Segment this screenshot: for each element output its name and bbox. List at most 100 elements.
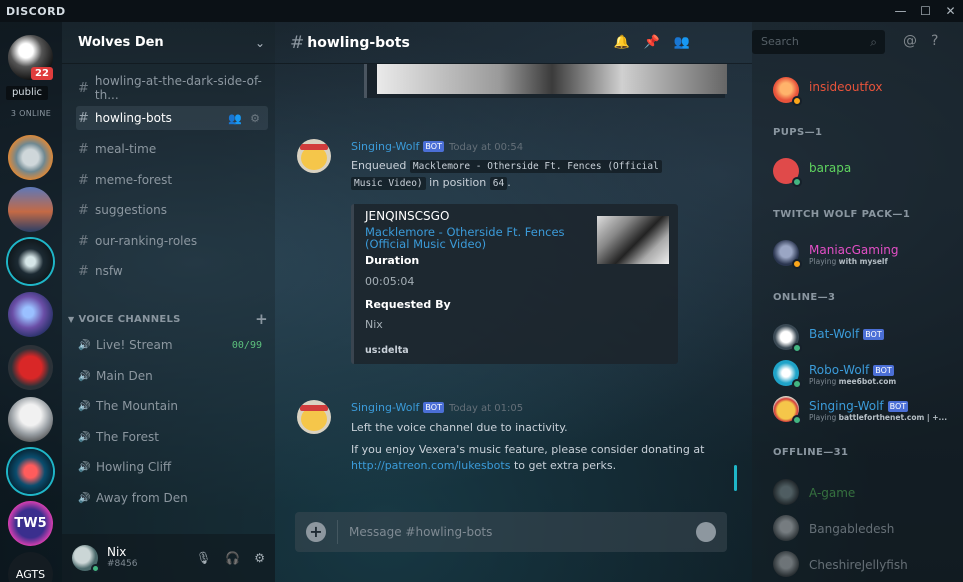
message-header: Singing-Wolf BOT Today at 00:54 xyxy=(351,140,523,153)
member-name: Robo-Wolf BOT xyxy=(809,363,894,377)
member-singing-wolf[interactable]: Singing-Wolf BOT Playing battleforthenet.… xyxy=(773,396,953,426)
server-icon-galaxy[interactable] xyxy=(8,292,53,337)
music-embed: JENQINSCSGO Macklemore - Otherside Ft. F… xyxy=(351,204,678,364)
server-icon-red[interactable] xyxy=(8,345,53,390)
embed-link[interactable]: Macklemore - Otherside Ft. Fences (Offic… xyxy=(365,226,575,250)
window-controls: — ☐ ✕ xyxy=(888,0,963,22)
server-icon-agts[interactable]: AGTS xyxy=(8,552,53,582)
group-header: ONLINE—3 xyxy=(773,292,836,303)
voice-label: The Mountain xyxy=(96,399,179,413)
maximize-button[interactable]: ☐ xyxy=(913,0,938,22)
pin-icon[interactable]: 📌 xyxy=(644,35,660,50)
author-name[interactable]: Singing-Wolf xyxy=(351,140,419,153)
voice-label: Main Den xyxy=(96,369,153,383)
bell-icon[interactable]: 🔔 xyxy=(613,35,629,50)
hash-icon: # xyxy=(290,32,305,53)
microphone-icon[interactable]: 🎙 xyxy=(196,551,211,565)
group-header: PUPS—1 xyxy=(773,127,823,138)
channel-suggestions[interactable]: # suggestions xyxy=(76,198,268,222)
member-barapa[interactable]: barapa xyxy=(773,158,953,188)
member-maniacgaming[interactable]: ManiacGaming Playing with myself xyxy=(773,240,953,270)
channel-howling-bots[interactable]: # howling-bots 👥 ⚙ xyxy=(76,106,268,130)
voice-label: Live! Stream xyxy=(96,338,173,352)
server-icon-neon[interactable] xyxy=(8,449,53,494)
members-icon[interactable]: 👥 xyxy=(674,35,690,50)
minimize-button[interactable]: — xyxy=(888,0,913,22)
discord-app: DISCORD — ☐ ✕ 22 public 3 ONLINE TW5 AGT… xyxy=(0,0,963,582)
channel-label: meme-forest xyxy=(95,173,173,187)
discriminator: #8456 xyxy=(107,559,138,569)
server-icon-communism[interactable] xyxy=(8,239,53,284)
upload-plus-icon[interactable]: + xyxy=(306,522,326,542)
channel-label: nsfw xyxy=(95,264,123,278)
avatar[interactable] xyxy=(297,139,331,173)
member-name: ManiacGaming xyxy=(809,243,899,257)
embed-footer: us:delta xyxy=(365,345,409,356)
online-count: 3 ONLINE xyxy=(10,109,52,118)
member-a-game[interactable]: A-game xyxy=(773,479,953,509)
channel-our-ranking-roles[interactable]: # our-ranking-roles xyxy=(76,229,268,253)
chevron-down-icon[interactable]: ⌄ xyxy=(255,36,265,50)
bot-badge: BOT xyxy=(423,402,444,413)
idle-status-icon xyxy=(792,96,802,106)
embed-title: JENQINSCSGO xyxy=(365,209,450,223)
channel-title: howling-bots xyxy=(307,34,410,51)
channel-meal-time[interactable]: # meal-time xyxy=(76,137,268,161)
invite-icon[interactable]: 👥 xyxy=(228,112,242,125)
hash-icon: # xyxy=(78,141,89,157)
voice-channels-header[interactable]: ▼ VOICE CHANNELS + xyxy=(68,312,268,327)
activity-prefix: Playing xyxy=(809,377,837,386)
gear-icon[interactable]: ⚙ xyxy=(250,112,260,125)
activity-game: with myself xyxy=(838,257,888,266)
add-channel-icon[interactable]: + xyxy=(255,312,268,327)
voice-label: Howling Cliff xyxy=(96,460,172,474)
voice-channel-main-den[interactable]: 🔊 Main Den xyxy=(76,364,268,388)
channel-nsfw[interactable]: # nsfw xyxy=(76,259,268,283)
server-icon-landscape[interactable] xyxy=(8,187,53,232)
member-robo-wolf[interactable]: Robo-Wolf BOT Playing mee6bot.com xyxy=(773,360,953,390)
chat-header: # howling-bots 🔔 📌 👥 xyxy=(275,22,752,64)
speaker-icon: 🔊 xyxy=(78,370,91,382)
server-icon-wolf[interactable] xyxy=(8,135,53,180)
server-icon-knight[interactable] xyxy=(8,397,53,442)
divider xyxy=(337,520,338,544)
member-insideoutfox[interactable]: insideoutfox xyxy=(773,77,953,107)
server-icon-tw5[interactable]: TW5 xyxy=(8,501,53,546)
voice-channel-the-mountain[interactable]: 🔊 The Mountain xyxy=(76,394,268,418)
member-activity: Playing mee6bot.com xyxy=(809,377,896,386)
activity-game: mee6bot.com xyxy=(838,377,897,386)
channel-label: meal-time xyxy=(95,142,157,156)
avatar[interactable] xyxy=(72,545,100,573)
channel-sidebar: Wolves Den ⌄ # howling-at-the-dark-side-o… xyxy=(62,22,275,582)
online-status-icon xyxy=(792,177,802,187)
channel-label: howling-at-the-dark-side-of-th... xyxy=(94,74,262,102)
hash-icon: # xyxy=(78,263,89,279)
speaker-icon: 🔊 xyxy=(78,400,91,412)
voice-channel-live-stream[interactable]: 🔊 Live! Stream 00/99 xyxy=(76,333,268,357)
avatar[interactable] xyxy=(297,400,331,434)
gear-icon[interactable]: ⚙ xyxy=(254,551,265,565)
server-header[interactable]: Wolves Den ⌄ xyxy=(62,22,275,64)
voice-channel-the-forest[interactable]: 🔊 The Forest xyxy=(76,425,268,449)
channel-meme-forest[interactable]: # meme-forest xyxy=(76,168,268,192)
close-button[interactable]: ✕ xyxy=(938,0,963,22)
message-input[interactable]: Message #howling-bots xyxy=(349,525,492,539)
member-cheshirejellyfish[interactable]: CheshireJellyfish xyxy=(773,551,953,581)
author-name[interactable]: Singing-Wolf xyxy=(351,401,419,414)
channel-howling-dark[interactable]: # howling-at-the-dark-side-of-th... xyxy=(76,74,268,102)
member-name: CheshireJellyfish xyxy=(809,558,908,572)
activity-game: battleforthenet.com | +... xyxy=(838,413,948,422)
online-status-icon xyxy=(91,564,100,573)
member-name: barapa xyxy=(809,161,852,175)
video-thumbnail[interactable] xyxy=(597,216,669,264)
voice-channel-away-from-den[interactable]: 🔊 Away from Den xyxy=(76,486,268,510)
member-bat-wolf[interactable]: Bat-Wolf BOT xyxy=(773,324,953,354)
headphones-icon[interactable]: 🎧 xyxy=(225,551,240,565)
scrollbar[interactable] xyxy=(734,465,737,491)
title-bar: DISCORD — ☐ ✕ xyxy=(0,0,963,22)
patreon-link[interactable]: http://patreon.com/lukesbots xyxy=(351,459,510,472)
member-bangabledesh[interactable]: Bangabledesh xyxy=(773,515,953,545)
speaker-icon: 🔊 xyxy=(78,339,91,351)
voice-channel-howling-cliff[interactable]: 🔊 Howling Cliff xyxy=(76,455,268,479)
emoji-icon[interactable] xyxy=(696,522,716,542)
